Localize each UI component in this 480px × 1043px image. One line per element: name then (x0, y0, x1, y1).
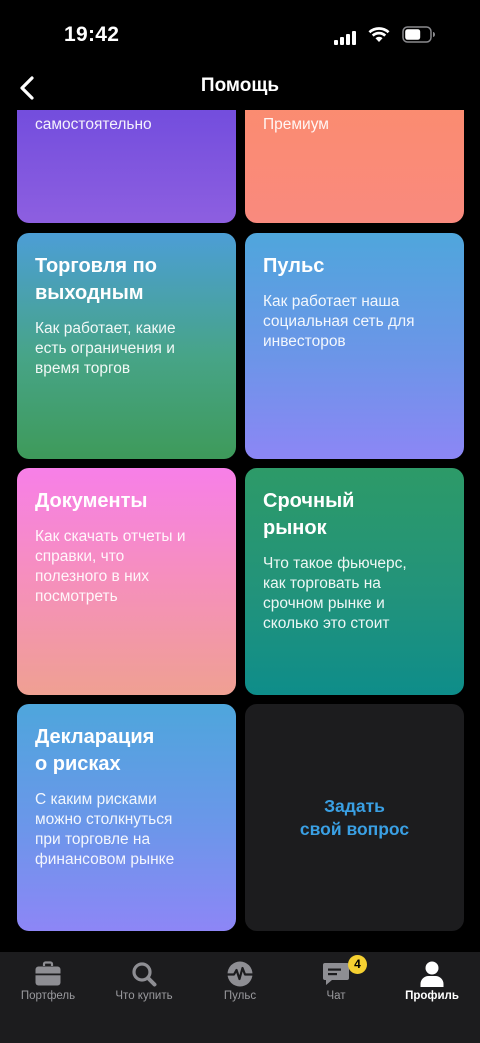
card-description: Как работает, какие есть ограничения и в… (35, 320, 176, 377)
topic-card-documents[interactable]: Документы Как скачать отчеты и справки, … (17, 468, 236, 695)
card-title: Срочный рынок (263, 490, 355, 539)
tab-chat[interactable]: Чат (288, 952, 384, 1012)
topic-card-weekend-trading[interactable]: Торговля по выходным Как работает, какие… (17, 233, 236, 459)
card-title: Документы (35, 490, 148, 512)
page-title: Помощь (200, 75, 280, 96)
card-description: Как работает наша социальная сеть для ин… (263, 293, 415, 350)
profile-icon (418, 960, 446, 988)
tab-label: Профиль (405, 990, 459, 1002)
tab-what-to-buy[interactable]: Что купить (96, 952, 192, 1012)
briefcase-icon (34, 960, 62, 988)
help-screen: 19:42 Помощь самостоятельно Премиум Торг… (0, 0, 480, 1043)
tab-label: Пульс (223, 990, 257, 1002)
card-description: Что такое фьючерс, как торговать на сроч… (263, 555, 407, 632)
help-topics-grid: самостоятельно Премиум Торговля по выход… (0, 110, 480, 952)
topic-card-derivatives-market[interactable]: Срочный рынок Что такое фьючерс, как тор… (245, 468, 464, 695)
tab-pulse[interactable]: Пульс (192, 952, 288, 1012)
tab-label: Чат (326, 990, 346, 1002)
card-description: Премиум (263, 116, 329, 133)
pulse-icon (226, 960, 254, 988)
topic-card-self-service[interactable]: самостоятельно (17, 110, 236, 223)
topic-card-pulse[interactable]: Пульс Как работает наша социальная сеть … (245, 233, 464, 459)
status-icons (334, 26, 436, 48)
card-description: самостоятельно (35, 116, 152, 133)
ask-question-label: Задать свой вопрос (299, 795, 410, 839)
battery-icon (402, 26, 436, 48)
status-time: 19:42 (64, 23, 120, 46)
wifi-icon (368, 26, 390, 48)
card-title: Пульс (263, 255, 325, 277)
status-bar: 19:42 (0, 0, 480, 70)
card-description: С каким рисками можно столкнуться при то… (35, 791, 175, 868)
tab-label: Что купить (115, 990, 173, 1002)
card-title: Декларация о рисках (35, 726, 155, 775)
tab-bar: Портфель Что купить Пульс Чат Профиль (0, 952, 480, 1043)
topic-card-risk-declaration[interactable]: Декларация о рисках С каким рисками можн… (17, 704, 236, 931)
search-icon (130, 960, 158, 988)
ask-question-button[interactable]: Задать свой вопрос (245, 704, 464, 931)
tab-portfolio[interactable]: Портфель (0, 952, 96, 1012)
tab-label: Портфель (20, 990, 76, 1002)
card-title: Торговля по выходным (35, 255, 157, 304)
chat-icon (322, 960, 350, 988)
header: Помощь (0, 70, 480, 110)
card-description: Как скачать отчеты и справки, что полезн… (35, 528, 186, 605)
cellular-signal-icon (334, 29, 356, 45)
tab-profile[interactable]: Профиль (384, 952, 480, 1012)
chat-unread-badge: 4 (348, 955, 367, 974)
topic-card-premium[interactable]: Премиум (245, 110, 464, 223)
